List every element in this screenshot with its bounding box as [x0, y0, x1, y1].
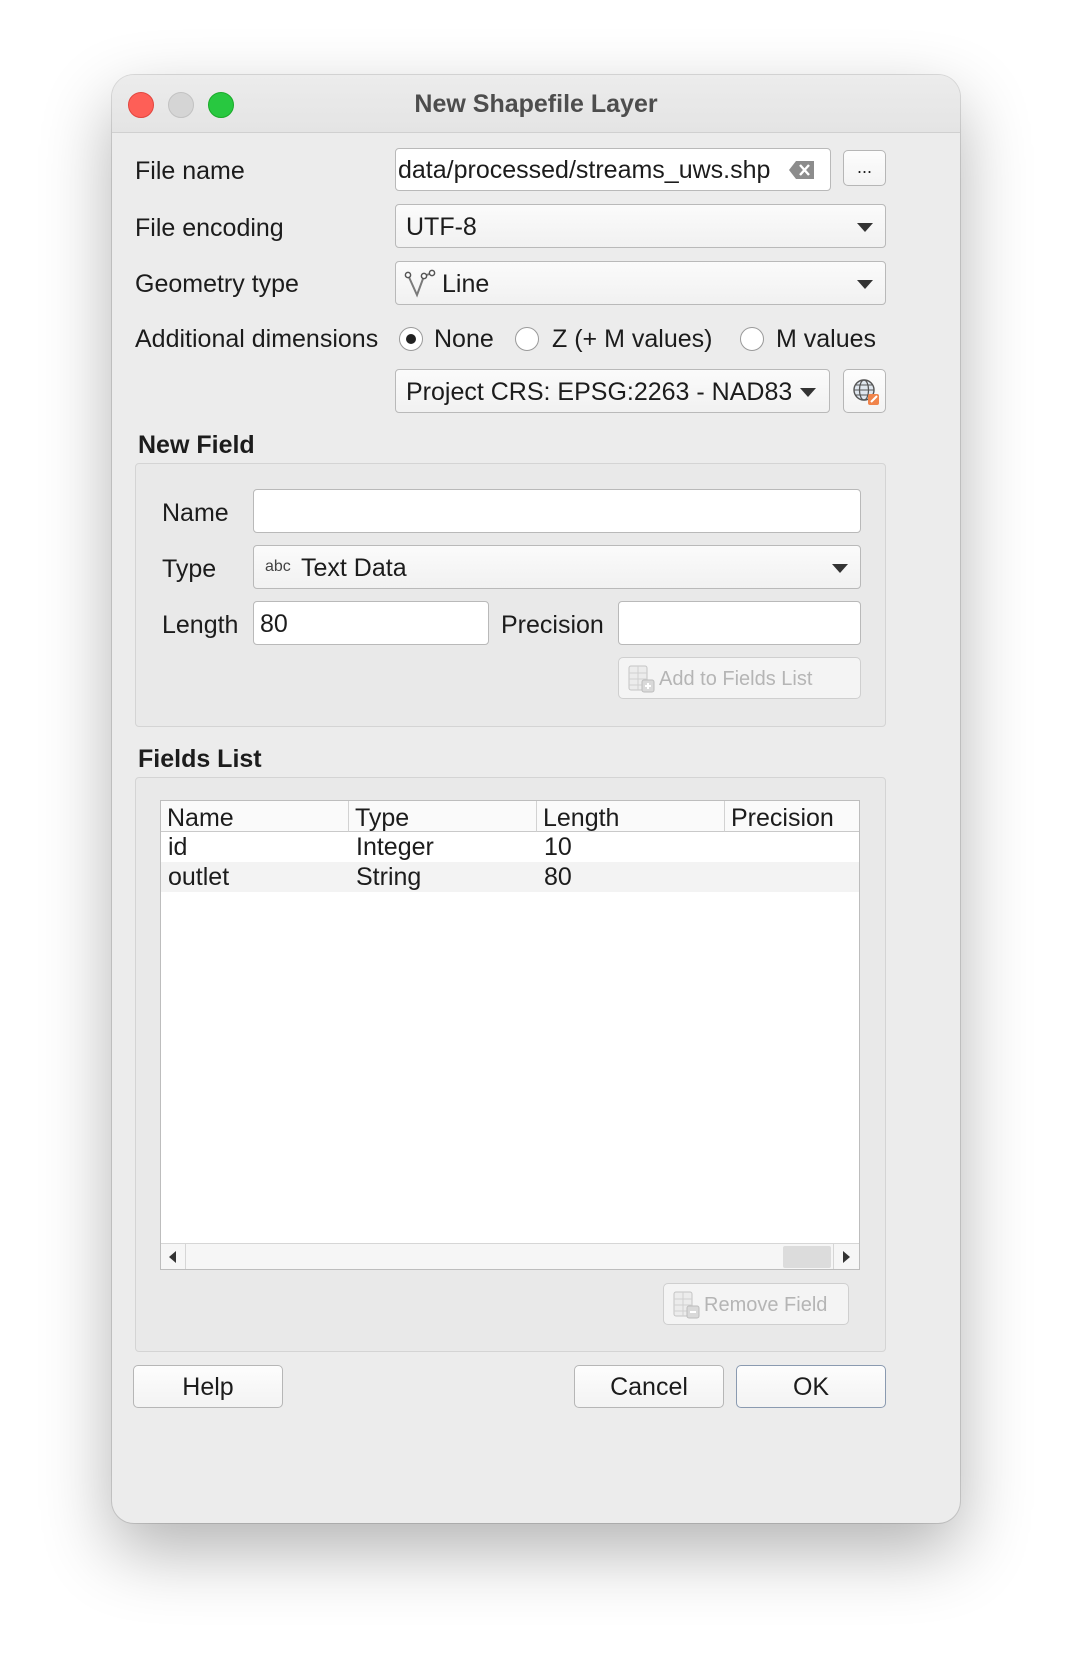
crs-value: Project CRS: EPSG:2263 - NAD83 [406, 378, 791, 406]
geometry-type-label: Geometry type [135, 270, 299, 298]
remove-field-button[interactable]: Remove Field [663, 1283, 849, 1325]
cell-length: 80 [544, 863, 572, 891]
dimension-m-label: M values [776, 325, 877, 353]
new-field-title: New Field [138, 431, 255, 459]
add-to-fields-list-button[interactable]: Add to Fields List [618, 657, 861, 699]
file-name-label: File name [135, 157, 245, 185]
column-header-length[interactable]: Length [537, 801, 725, 832]
file-encoding-label: File encoding [135, 214, 284, 242]
dimension-z-radio[interactable] [515, 327, 539, 351]
text-type-icon: abc [265, 558, 291, 575]
table-row[interactable]: id Integer 10 [161, 832, 859, 862]
length-value: 80 [260, 610, 288, 638]
dimension-m-radio[interactable] [740, 327, 764, 351]
chevron-down-icon [800, 388, 816, 397]
cell-type: Integer [356, 833, 434, 861]
file-encoding-select[interactable]: UTF-8 [395, 204, 886, 248]
additional-dimensions-label: Additional dimensions [135, 325, 379, 353]
geometry-type-value: Line [442, 270, 490, 298]
cell-length: 10 [544, 833, 572, 861]
remove-field-icon [673, 1291, 700, 1319]
help-button[interactable]: Help [133, 1365, 283, 1408]
chevron-down-icon [832, 564, 848, 573]
new-field-name-label: Name [162, 499, 229, 527]
clear-icon[interactable] [788, 160, 816, 180]
file-name-input[interactable]: data/processed/streams_uws.shp [395, 148, 831, 191]
cell-name: outlet [168, 863, 230, 891]
horizontal-scrollbar[interactable] [161, 1243, 859, 1269]
geometry-type-select[interactable]: Line [395, 261, 886, 305]
dimension-z-label: Z (+ M values) [552, 325, 713, 353]
cell-type: String [356, 863, 422, 891]
file-encoding-value: UTF-8 [406, 213, 477, 241]
file-name-value: data/processed/streams_uws.shp [398, 156, 771, 184]
ok-button[interactable]: OK [736, 1365, 886, 1408]
new-shapefile-layer-dialog: New Shapefile Layer File name data/proce… [112, 75, 960, 1523]
new-field-name-input[interactable] [253, 489, 861, 533]
precision-label: Precision [501, 611, 604, 639]
column-header-type[interactable]: Type [349, 801, 537, 832]
fields-list-title: Fields List [138, 745, 262, 773]
window-title: New Shapefile Layer [414, 90, 658, 118]
add-to-fields-list-label: Add to Fields List [659, 668, 813, 690]
new-field-type-value: Text Data [301, 554, 407, 582]
crs-select[interactable]: Project CRS: EPSG:2263 - NAD83 [395, 369, 830, 413]
dimension-none-radio[interactable] [399, 327, 423, 351]
fields-table: Name Type Length Precision id Integer 10… [160, 800, 860, 1270]
title-bar: New Shapefile Layer [112, 75, 960, 133]
new-field-type-select[interactable]: abc Text Data [253, 545, 861, 589]
column-header-precision[interactable]: Precision [725, 801, 859, 832]
scroll-left-icon[interactable] [169, 1251, 176, 1263]
cancel-button[interactable]: Cancel [574, 1365, 724, 1408]
scroll-right-icon[interactable] [843, 1251, 850, 1263]
table-row[interactable]: outlet String 80 [161, 862, 859, 892]
scrollbar-thumb[interactable] [783, 1246, 831, 1268]
dimension-none-label: None [434, 325, 494, 353]
column-header-name[interactable]: Name [161, 801, 349, 832]
new-field-type-label: Type [162, 555, 217, 583]
add-field-icon [628, 665, 655, 693]
line-geometry-icon [404, 269, 436, 298]
globe-settings-icon [853, 379, 879, 405]
chevron-down-icon [857, 223, 873, 232]
chevron-down-icon [857, 280, 873, 289]
crs-selector-button[interactable] [843, 369, 886, 413]
remove-field-label: Remove Field [704, 1294, 828, 1316]
length-label: Length [162, 611, 239, 639]
length-input[interactable]: 80 [253, 601, 489, 645]
browse-button[interactable]: ... [843, 150, 886, 186]
precision-input[interactable] [618, 601, 861, 645]
cell-name: id [168, 833, 188, 861]
